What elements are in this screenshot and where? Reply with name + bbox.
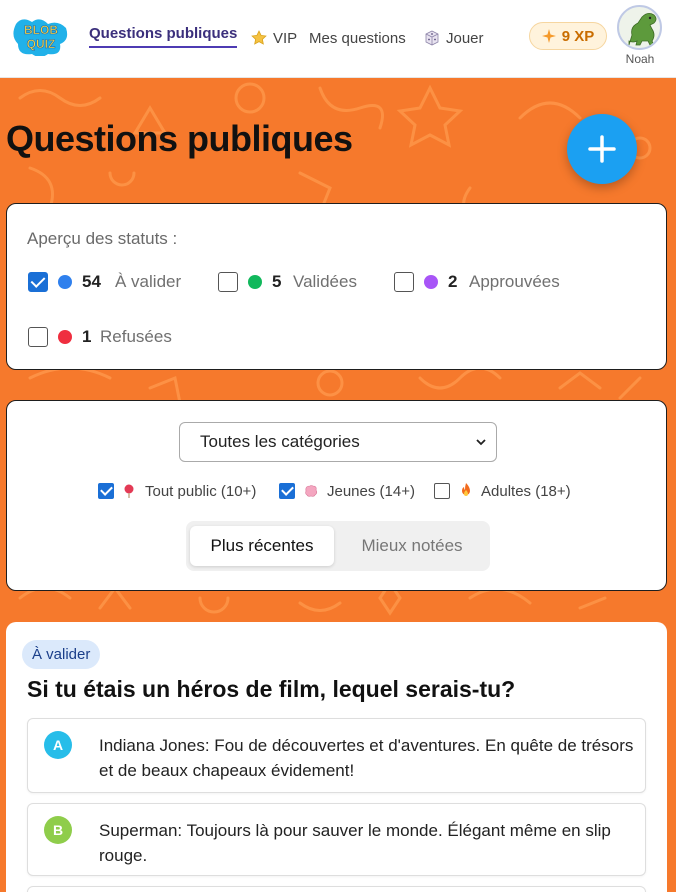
answer-option-c[interactable]: [27, 886, 646, 892]
age-checkbox-jeunes[interactable]: [279, 483, 295, 499]
question-card[interactable]: À valider Si tu étais un héros de film, …: [6, 622, 667, 892]
xp-value: 9 XP: [561, 27, 595, 45]
filters-card: Toutes les catégories Tout public (10+) …: [6, 400, 667, 591]
status-count-a-valider: 54: [82, 272, 101, 291]
top-navigation-bar: BLOB QUIZ Questions publiques VIP Mes qu…: [0, 0, 676, 78]
blob-quiz-logo[interactable]: BLOB QUIZ: [12, 16, 70, 56]
user-name: Noah: [625, 52, 655, 66]
age-checkbox-adultes[interactable]: [434, 483, 450, 499]
status-checkbox-refusees[interactable]: [28, 327, 48, 347]
answer-text-a: Indiana Jones: Fou de découvertes et d'a…: [99, 736, 634, 780]
lollipop-icon: [124, 484, 134, 498]
answer-letter-b: B: [44, 816, 72, 844]
brain-icon: [305, 485, 318, 497]
status-badge: À valider: [22, 640, 101, 669]
dice-icon: [425, 30, 439, 46]
status-dot-green: [248, 275, 262, 289]
plus-icon: [588, 135, 616, 163]
age-checkbox-tout-public[interactable]: [98, 483, 114, 499]
answer-text-b: Superman: Toujours là pour sauver le mon…: [99, 821, 611, 865]
status-checkbox-a-valider[interactable]: [28, 272, 48, 292]
sparkle-icon: [541, 29, 556, 43]
nav-link-jouer[interactable]: Jouer: [424, 26, 484, 50]
age-label-adultes: Adultes (18+): [481, 483, 571, 500]
status-count-validees: 5: [272, 272, 282, 291]
add-question-button[interactable]: [567, 114, 637, 184]
status-count-refusees: 1: [82, 327, 92, 346]
status-label-refusees: Refusées: [100, 327, 172, 346]
status-dot-purple: [424, 275, 438, 289]
status-overview-title: Aperçu des statuts :: [27, 229, 178, 248]
answer-option-b[interactable]: B Superman: Toujours là pour sauver le m…: [27, 803, 646, 876]
dinosaur-avatar-icon: [628, 13, 657, 46]
user-avatar[interactable]: [617, 5, 662, 50]
sort-toggle: Plus récentes Mieux notées: [186, 521, 490, 571]
nav-link-vip-label: VIP: [273, 29, 298, 47]
nav-link-vip[interactable]: VIP: [251, 26, 297, 50]
status-label-approuvees: Approuvées: [469, 272, 560, 291]
nav-link-jouer-label: Jouer: [446, 29, 484, 47]
answer-letter-a: A: [44, 731, 72, 759]
answer-option-a[interactable]: A Indiana Jones: Fou de découvertes et d…: [27, 718, 646, 793]
category-select[interactable]: Toutes les catégories: [179, 422, 497, 462]
page-title: Questions publiques: [6, 118, 353, 159]
age-label-tout-public: Tout public (10+): [145, 483, 257, 500]
star-icon: [251, 30, 267, 45]
status-dot-blue: [58, 275, 72, 289]
svg-text:QUIZ: QUIZ: [27, 37, 56, 51]
svg-text:BLOB: BLOB: [24, 23, 58, 37]
question-text: Si tu étais un héros de film, lequel ser…: [27, 676, 516, 702]
sort-option-mieux-notees[interactable]: Mieux notées: [338, 526, 486, 566]
category-select-value: Toutes les catégories: [200, 432, 360, 451]
status-dot-red: [58, 330, 72, 344]
status-count-approuvees: 2: [448, 272, 458, 291]
status-checkbox-approuvees[interactable]: [394, 272, 414, 292]
chevron-down-icon: [476, 439, 486, 446]
status-label-a-valider: À valider: [115, 272, 182, 291]
age-label-jeunes: Jeunes (14+): [327, 483, 415, 500]
nav-link-mes-questions[interactable]: Mes questions: [309, 26, 406, 50]
xp-badge[interactable]: 9 XP: [529, 22, 607, 50]
status-label-validees: Validées: [293, 272, 357, 291]
sort-option-plus-recentes[interactable]: Plus récentes: [190, 526, 334, 566]
fire-icon: [462, 483, 470, 496]
status-overview-card: Aperçu des statuts : 54 À valider 5 Vali…: [6, 203, 667, 370]
nav-link-questions-publiques[interactable]: Questions publiques: [89, 24, 238, 48]
status-checkbox-validees[interactable]: [218, 272, 238, 292]
